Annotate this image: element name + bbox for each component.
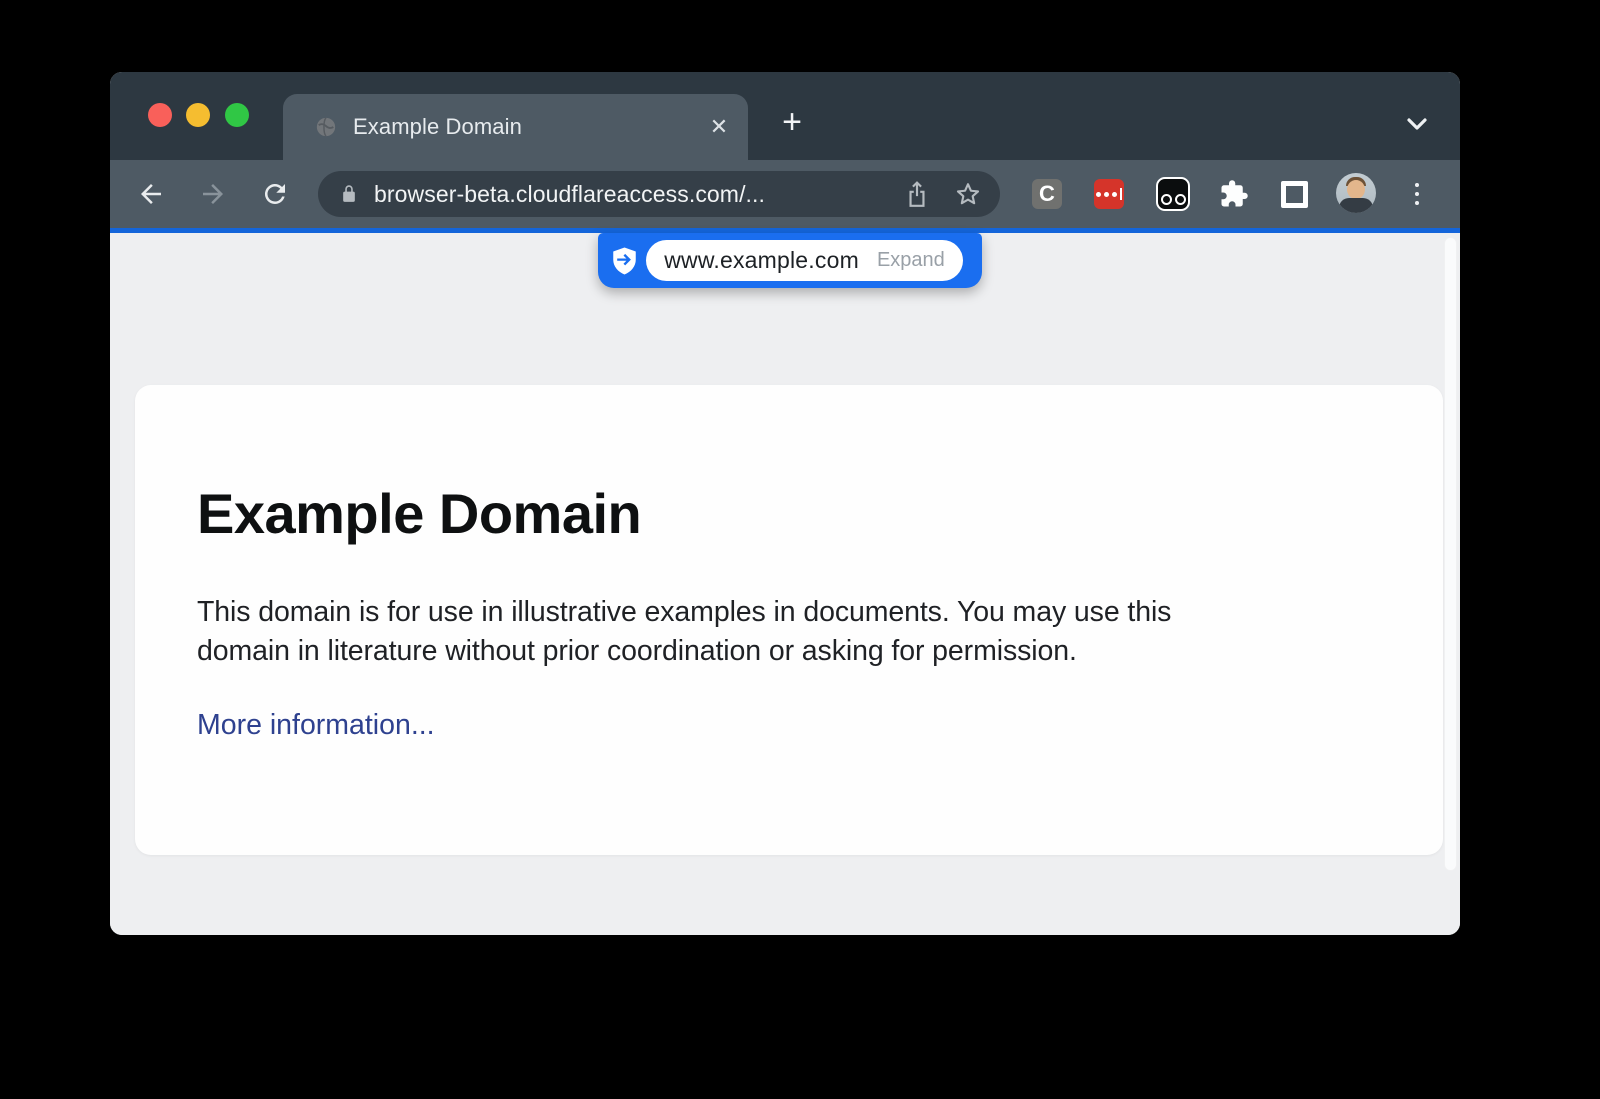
macos-close-button[interactable] [148, 103, 172, 127]
page-viewport: www.example.com Expand Example Domain Th… [110, 233, 1460, 935]
bookmark-star-icon[interactable] [954, 180, 982, 208]
profile-avatar[interactable] [1336, 173, 1376, 213]
chevron-down-icon[interactable] [1401, 108, 1433, 140]
isolation-domain-field[interactable]: www.example.com Expand [646, 240, 963, 281]
scrollbar-thumb[interactable] [1444, 237, 1457, 871]
reload-icon[interactable] [260, 179, 290, 209]
url-text[interactable]: browser-beta.cloudflareaccess.com/... [374, 181, 890, 208]
example-domain-card: Example Domain This domain is for use in… [135, 385, 1443, 855]
browser-window: Example Domain ✕ + browser-beta.cloudfla… [110, 72, 1460, 935]
toolbar: browser-beta.cloudflareaccess.com/... C [110, 160, 1460, 228]
share-icon[interactable] [904, 180, 930, 208]
tab-title: Example Domain [353, 94, 522, 160]
lock-icon [339, 183, 359, 205]
expand-button[interactable]: Expand [877, 249, 945, 272]
shield-arrow-icon [611, 246, 638, 276]
address-bar[interactable]: browser-beta.cloudflareaccess.com/... [318, 171, 1000, 217]
page-paragraph: This domain is for use in illustrative e… [197, 593, 1357, 670]
back-icon[interactable] [136, 179, 166, 209]
password-manager-extension-icon[interactable] [1094, 179, 1124, 209]
browser-tab[interactable]: Example Domain ✕ [283, 94, 748, 160]
new-tab-button[interactable]: + [774, 105, 810, 141]
forward-icon[interactable] [198, 179, 228, 209]
isolation-domain-pill: www.example.com Expand [598, 233, 982, 288]
globe-favicon-icon [315, 116, 337, 138]
side-panel-icon[interactable] [1281, 181, 1308, 208]
macos-minimize-button[interactable] [186, 103, 210, 127]
macos-zoom-button[interactable] [225, 103, 249, 127]
paragraph-line-1: This domain is for use in illustrative e… [197, 596, 1171, 628]
menu-kebab-icon[interactable] [1410, 180, 1424, 208]
two-circles-extension-icon[interactable] [1156, 177, 1190, 211]
extensions-puzzle-icon[interactable] [1219, 179, 1249, 209]
tab-close-icon[interactable]: ✕ [703, 111, 735, 143]
page-title: Example Domain [197, 481, 641, 546]
paragraph-line-2: domain in literature without prior coord… [197, 635, 1077, 667]
extension-c-icon[interactable]: C [1032, 179, 1062, 209]
isolated-domain-text: www.example.com [664, 247, 859, 274]
tab-strip: Example Domain ✕ + [110, 72, 1460, 160]
more-information-link[interactable]: More information... [197, 709, 435, 742]
